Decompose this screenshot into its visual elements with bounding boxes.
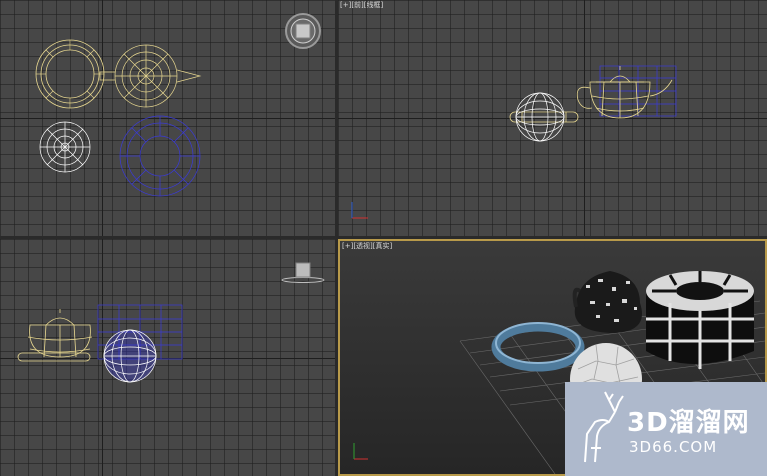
box-wireframe: [599, 65, 677, 117]
viewport-left[interactable]: [0, 239, 335, 476]
watermark-brand-en: 3D66.COM: [629, 438, 718, 456]
watermark-logo: 3D溜溜网 3D66.COM: [565, 382, 767, 476]
sphere-wireframe: [515, 92, 565, 142]
torus-wireframe: [35, 39, 105, 109]
viewport-top[interactable]: [0, 0, 335, 236]
viewcube-icon: [281, 262, 325, 283]
viewport-front-scene: [351, 65, 677, 219]
sphere-wireframe: [103, 329, 157, 383]
axis-gizmo-icon: [351, 202, 368, 219]
tube-wireframe: [119, 115, 201, 197]
viewport-front[interactable]: [+][前][线框]: [338, 0, 767, 236]
teapot-object: [572, 271, 642, 333]
viewport-top-scene: [35, 13, 321, 197]
sphere-wireframe: [39, 121, 91, 173]
teapot-wireframe: [17, 309, 93, 362]
torus-object: [491, 322, 585, 372]
tube-object: [646, 271, 754, 369]
teapot-wireframe: [576, 66, 673, 119]
deer-logo-icon: [584, 391, 624, 463]
watermark-brand-cn: 3D溜溜网: [627, 408, 750, 438]
viewport-left-scene: [17, 262, 325, 383]
teapot-wireframe: [99, 44, 202, 108]
axis-gizmo-icon: [353, 443, 368, 460]
viewcube-icon: [285, 13, 321, 49]
